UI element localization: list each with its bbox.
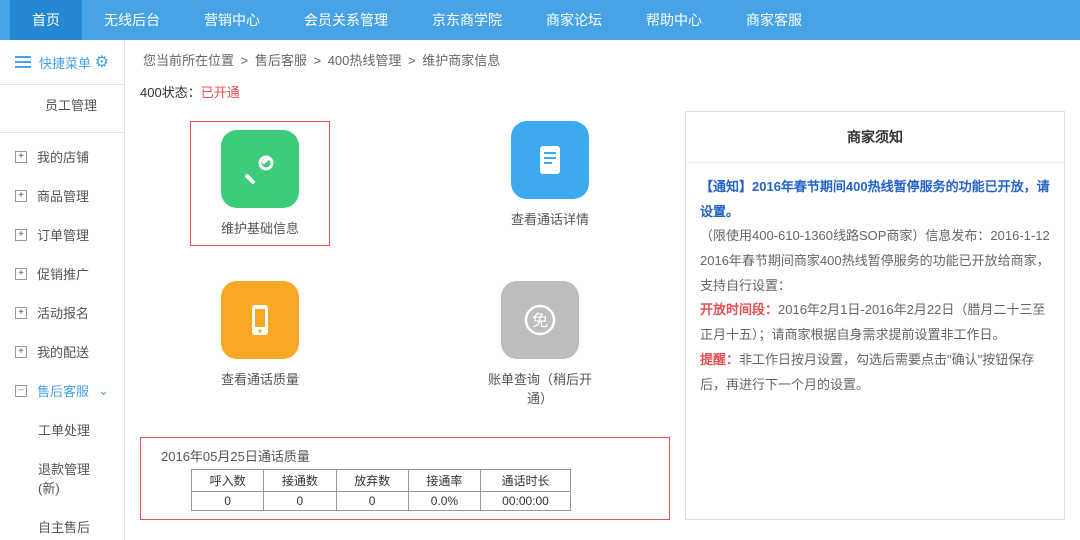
nav-marketing[interactable]: 营销中心 [182, 0, 282, 40]
chevron-down-icon: ⌄ [98, 383, 109, 399]
sidebar-selfservice[interactable]: 自主售后（新） [0, 507, 124, 540]
svg-text:免: 免 [532, 312, 548, 330]
nav-home[interactable]: 首页 [10, 0, 82, 40]
crumb-a[interactable]: 售后客服 [255, 53, 307, 68]
notice-line2: 2016年春节期间商家400热线暂停服务的功能已开放给商家，支持自行设置： [700, 249, 1050, 298]
quick-menu-label: 快捷菜单 [39, 53, 91, 72]
sidebar-staff[interactable]: 员工管理 [0, 85, 124, 124]
free-icon: 免 [501, 281, 579, 359]
status-row: 400状态：已开通 [125, 79, 1080, 111]
plus-icon: + [15, 229, 27, 241]
sidebar-promo[interactable]: +促销推广 [0, 254, 124, 293]
quick-menu[interactable]: 快捷菜单 [15, 53, 91, 72]
gear-icon[interactable]: ⚙ [95, 52, 109, 72]
card-basic-info[interactable]: 维护基础信息 [190, 121, 330, 246]
sidebar-shop[interactable]: +我的店铺 [0, 137, 124, 176]
card-call-quality[interactable]: 查看通话质量 [200, 281, 320, 407]
card-call-detail[interactable]: 查看通话详情 [490, 121, 610, 246]
sidebar-product[interactable]: +商品管理 [0, 176, 124, 215]
plus-icon: + [15, 190, 27, 202]
quality-table: 呼入数 接通数 放弃数 接通率 通话时长 0 0 0 0.0% 00:00:00 [191, 469, 571, 511]
crumb-b[interactable]: 400热线管理 [328, 53, 402, 68]
minus-icon: − [15, 385, 27, 397]
notice-panel: 商家须知 【通知】2016年春节期间400热线暂停服务的功能已开放，请设置。 （… [685, 111, 1065, 520]
crumb-c: 维护商家信息 [422, 53, 500, 68]
plus-icon: + [15, 151, 27, 163]
sidebar-ticket[interactable]: 工单处理 [0, 410, 124, 449]
hamburger-icon [15, 56, 31, 68]
nav-forum[interactable]: 商家论坛 [524, 0, 624, 40]
sidebar-aftersale[interactable]: −售后客服⌄ [0, 371, 124, 410]
plus-icon: + [15, 346, 27, 358]
sidebar-activity[interactable]: +活动报名 [0, 293, 124, 332]
notice-t2: 提醒： [700, 352, 739, 367]
nav-help[interactable]: 帮助中心 [624, 0, 724, 40]
table-row: 0 0 0 0.0% 00:00:00 [192, 492, 571, 511]
notice-line1: （限使用400-610-1360线路SOP商家）信息发布：2016-1-12 [700, 224, 1050, 249]
tools-icon [221, 130, 299, 208]
sidebar: 快捷菜单 ⚙ 员工管理 +我的店铺 +商品管理 +订单管理 +促销推广 +活动报… [0, 40, 125, 540]
quality-title: 2016年05月25日通话质量 [161, 446, 649, 465]
sidebar-refund[interactable]: 退款管理(新) [0, 449, 124, 507]
nav-academy[interactable]: 京东商学院 [410, 0, 524, 40]
breadcrumb: 您当前所在位置 > 售后客服 > 400热线管理 > 维护商家信息 [125, 40, 1080, 79]
sidebar-order[interactable]: +订单管理 [0, 215, 124, 254]
quality-section: 2016年05月25日通话质量 呼入数 接通数 放弃数 接通率 通话时长 0 0 [140, 437, 670, 520]
top-nav: 首页 无线后台 营销中心 会员关系管理 京东商学院 商家论坛 帮助中心 商家客服 [0, 0, 1080, 40]
status-value: 已开通 [201, 85, 240, 100]
document-icon [511, 121, 589, 199]
main-content: 您当前所在位置 > 售后客服 > 400热线管理 > 维护商家信息 400状态：… [125, 40, 1080, 540]
plus-icon: + [15, 307, 27, 319]
card-bill: 免 账单查询（稍后开通） [480, 281, 600, 407]
sidebar-delivery[interactable]: +我的配送 [0, 332, 124, 371]
nav-crm[interactable]: 会员关系管理 [282, 0, 410, 40]
notice-headline: 【通知】2016年春节期间400热线暂停服务的功能已开放，请设置。 [700, 175, 1050, 224]
plus-icon: + [15, 268, 27, 280]
nav-wireless[interactable]: 无线后台 [82, 0, 182, 40]
nav-service[interactable]: 商家客服 [724, 0, 824, 40]
phone-icon [221, 281, 299, 359]
notice-t1: 开放时间段： [700, 302, 778, 317]
notice-title: 商家须知 [686, 112, 1064, 163]
